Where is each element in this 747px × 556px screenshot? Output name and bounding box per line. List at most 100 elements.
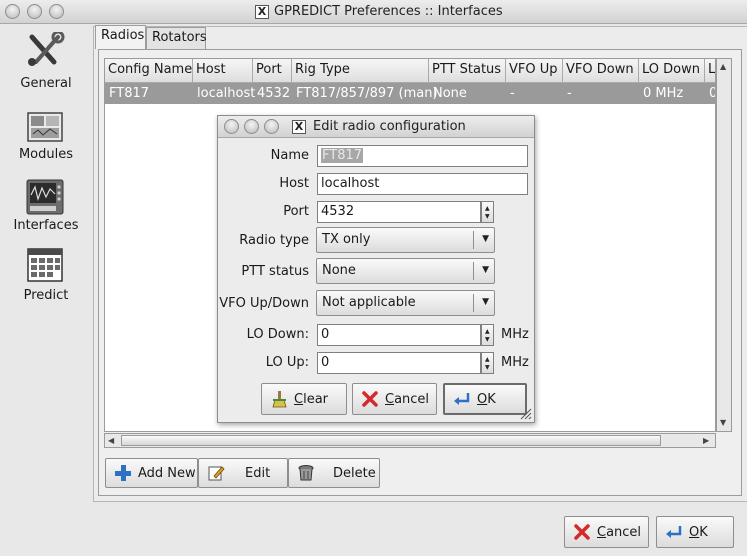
column-header-rig-type[interactable]: Rig Type: [292, 59, 429, 83]
edit-radio-dialog: X Edit radio configuration Name FT817 Ho…: [217, 115, 535, 423]
lo-down-field[interactable]: 0: [317, 324, 481, 346]
delete-button[interactable]: Delete: [288, 458, 380, 488]
dialog-cancel-button[interactable]: Cancel: [352, 383, 437, 415]
footer-ok-rest: K: [699, 524, 708, 540]
footer-cancel-button[interactable]: Cancel: [564, 516, 649, 548]
port-field[interactable]: 4532: [317, 201, 481, 223]
column-header-config-name[interactable]: Config Name: [105, 59, 193, 83]
resize-grip-icon[interactable]: [520, 408, 532, 420]
dialog-zoom-button[interactable]: [264, 119, 279, 134]
vfo-select[interactable]: Not applicable ▼: [316, 290, 495, 316]
dialog-cancel-mnemonic: C: [385, 391, 395, 407]
port-down-arrow-icon[interactable]: ▼: [485, 214, 490, 220]
name-value: FT817: [321, 148, 364, 163]
nav-item-predict[interactable]: Predict: [0, 248, 92, 304]
scroll-left-arrow-icon[interactable]: ◀: [108, 436, 114, 446]
lo-up-up-arrow-icon[interactable]: ▲: [485, 357, 490, 363]
footer-cancel-mnemonic: C: [597, 524, 607, 540]
footer-ok-button[interactable]: OK: [656, 516, 734, 548]
port-up-arrow-icon[interactable]: ▲: [485, 206, 490, 212]
plus-icon: [115, 465, 131, 481]
oscilloscope-icon: [26, 179, 64, 215]
ptt-status-value: None: [322, 263, 356, 278]
dialog-title: Edit radio configuration: [313, 119, 466, 134]
host-label: Host: [279, 176, 309, 191]
cancel-x-icon: [362, 391, 378, 407]
horizontal-scroll-thumb[interactable]: [121, 435, 661, 446]
nav-item-interfaces[interactable]: Interfaces: [0, 178, 92, 234]
lo-up-stepper[interactable]: ▲ ▼: [481, 352, 494, 374]
cell-port: 4532: [257, 86, 291, 101]
edit-button[interactable]: Edit: [198, 458, 288, 488]
radio-type-select[interactable]: TX only ▼: [316, 227, 495, 253]
lo-up-down-arrow-icon[interactable]: ▼: [485, 365, 490, 371]
vfo-label: VFO Up/Down: [219, 296, 309, 311]
clear-rest: lear: [303, 391, 328, 407]
cell-vfo-down: -: [567, 86, 572, 101]
radio-type-separator: [473, 231, 474, 249]
lo-down-up-arrow-icon[interactable]: ▲: [485, 329, 490, 335]
radio-type-value: TX only: [322, 232, 371, 247]
footer-cancel-label: Cancel: [597, 525, 641, 540]
dialog-x11-app-icon: X: [292, 120, 306, 134]
chevron-down-icon: ▼: [482, 297, 489, 307]
clear-label: Clear: [294, 392, 328, 407]
column-header-vfo-down[interactable]: VFO Down: [563, 59, 639, 83]
calendar-grid-icon: [27, 248, 63, 282]
cell-vfo-up: -: [510, 86, 515, 101]
vfo-value: Not applicable: [322, 295, 416, 310]
footer-ok-mnemonic: O: [689, 524, 700, 540]
horizontal-scrollbar[interactable]: ◀ ▶: [104, 433, 716, 448]
name-field[interactable]: FT817: [317, 145, 528, 167]
column-header-ptt-status[interactable]: PTT Status: [429, 59, 506, 83]
clear-button[interactable]: Clear: [261, 383, 347, 415]
ptt-status-select[interactable]: None ▼: [316, 258, 495, 284]
ptt-status-separator: [473, 262, 474, 280]
dialog-ok-button[interactable]: OK: [443, 383, 527, 415]
close-window-button[interactable]: [5, 4, 20, 19]
dialog-ok-rest: K: [487, 391, 496, 407]
host-field[interactable]: localhost: [317, 173, 528, 195]
footer-ok-label: OK: [689, 525, 708, 540]
vfo-separator: [473, 294, 474, 312]
scroll-up-arrow-icon[interactable]: ▲: [720, 62, 726, 72]
tab-radios[interactable]: Radios: [95, 25, 146, 49]
lo-down-down-arrow-icon[interactable]: ▼: [485, 337, 490, 343]
lo-down-stepper[interactable]: ▲ ▼: [481, 324, 494, 346]
window-title: GPREDICT Preferences :: Interfaces: [274, 4, 503, 19]
dialog-titlebar: X Edit radio configuration: [218, 116, 534, 138]
dialog-close-button[interactable]: [224, 119, 239, 134]
column-header-port[interactable]: Port: [253, 59, 292, 83]
minimize-window-button[interactable]: [27, 4, 42, 19]
add-new-button[interactable]: Add New: [105, 458, 198, 488]
dialog-ok-mnemonic: O: [477, 391, 488, 407]
chevron-down-icon: ▼: [482, 234, 489, 244]
nav-label-general: General: [20, 76, 72, 91]
dialog-cancel-rest: ancel: [394, 391, 430, 407]
lo-up-unit: MHz: [501, 355, 529, 370]
cell-lo-up: 0: [709, 86, 715, 101]
nav-label-interfaces: Interfaces: [13, 218, 79, 233]
column-header-host[interactable]: Host: [193, 59, 253, 83]
port-stepper[interactable]: ▲ ▼: [481, 201, 494, 223]
trash-can-icon: [298, 465, 314, 481]
zoom-window-button[interactable]: [49, 4, 64, 19]
scroll-down-arrow-icon[interactable]: ▼: [720, 418, 726, 428]
column-header-vfo-up[interactable]: VFO Up: [506, 59, 563, 83]
cell-ptt-status: None: [433, 86, 467, 101]
nav-item-general[interactable]: General: [0, 30, 92, 91]
vertical-scrollbar[interactable]: ▲ ▼: [716, 58, 732, 432]
scroll-right-arrow-icon[interactable]: ▶: [703, 436, 709, 446]
table-row[interactable]: FT817 localhost 4532 FT817/857/897 (man)…: [105, 83, 715, 104]
x11-app-icon: X: [255, 5, 269, 19]
tab-rotators[interactable]: Rotators: [146, 27, 207, 49]
lo-up-field[interactable]: 0: [317, 352, 481, 374]
column-header-lo-down[interactable]: LO Down: [639, 59, 705, 83]
column-header-lo-up[interactable]: L: [705, 59, 715, 83]
modules-icon: [27, 112, 63, 142]
dialog-minimize-button[interactable]: [244, 119, 259, 134]
main-titlebar: X GPREDICT Preferences :: Interfaces: [0, 0, 747, 24]
edit-label: Edit: [245, 465, 271, 481]
nav-item-modules[interactable]: Modules: [0, 108, 92, 164]
ptt-status-label: PTT status: [241, 264, 309, 279]
